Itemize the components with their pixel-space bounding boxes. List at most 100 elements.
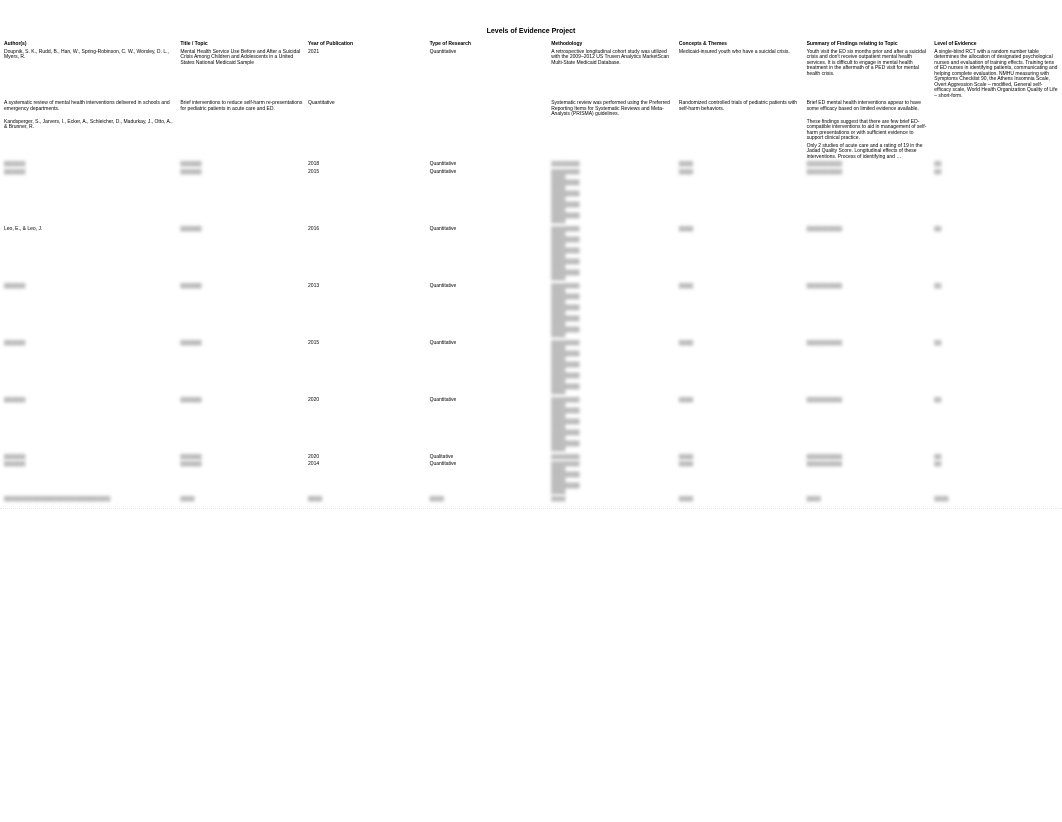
evidence-table-container: Author(s) Title / Topic Year of Publicat…: [0, 41, 1062, 504]
cell-author: Leo, E., & Leo, J.: [2, 226, 178, 283]
cell-title: ██████: [178, 226, 306, 283]
cell-summary: ██████████: [805, 169, 933, 226]
cell-title: ██████: [178, 397, 306, 454]
table-row: ██████ ██████ 2014 Quantitative ████████…: [2, 461, 1060, 496]
cell-year: Quantitative: [306, 100, 428, 119]
cell-title: ██████: [178, 461, 306, 496]
cell-summary: ██████████: [805, 161, 933, 169]
cell-title: [178, 119, 306, 143]
cell-year: 2015: [306, 340, 428, 397]
col-type: Type of Research: [428, 41, 550, 49]
cell-author: ██████: [2, 169, 178, 226]
cell-level: [932, 143, 1060, 162]
table-row: Kandsperger, S., Jarvers, I., Ecker, A.,…: [2, 119, 1060, 143]
cell-concept: ████: [677, 461, 805, 496]
cell-year: 2014: [306, 461, 428, 496]
cell-type: Quantitative: [428, 169, 550, 226]
cell-level: ██: [932, 340, 1060, 397]
cell-concept: ████: [677, 454, 805, 462]
cell-level: [932, 119, 1060, 143]
cell-year: 2020: [306, 454, 428, 462]
cell-title: [178, 143, 306, 162]
col-summary: Summary of Findings relating to Topic: [805, 41, 933, 49]
cell-concept: ████: [677, 161, 805, 169]
cell-summary: Only 2 studies of acute care and a ratin…: [805, 143, 933, 162]
cell-author: ██████: [2, 397, 178, 454]
cell-method: ████████████████████████████████████████…: [549, 397, 677, 454]
cell-year: 2018: [306, 161, 428, 169]
cell-year: 2013: [306, 283, 428, 340]
cell-summary: ██████████: [805, 283, 933, 340]
cell-year: 2015: [306, 169, 428, 226]
cell-method: ████████: [549, 454, 677, 462]
cell-level: ██: [932, 226, 1060, 283]
table-row: ██████ ██████ 2020 Qualitative ████████ …: [2, 454, 1060, 462]
cell-title: ██████: [178, 161, 306, 169]
cell-method: ████████████████████████████████████████…: [549, 283, 677, 340]
cell-type: Quantitative: [428, 340, 550, 397]
cell-level: [932, 100, 1060, 119]
cell-concept: ████: [677, 226, 805, 283]
cell-method: [549, 119, 677, 143]
cell-type: Quantitative: [428, 49, 550, 101]
cell-author: ██████: [2, 161, 178, 169]
cell-author: A systematic review of mental health int…: [2, 100, 178, 119]
cell-summary: Youth visit the ED six months prior and …: [805, 49, 933, 101]
cell-author: ██████: [2, 454, 178, 462]
cell-summary: Brief ED mental health interventions app…: [805, 100, 933, 119]
cell-summary: ██████████: [805, 226, 933, 283]
page-title: Levels of Evidence Project: [0, 0, 1062, 41]
col-method: Methodology: [549, 41, 677, 49]
table-row: Only 2 studies of acute care and a ratin…: [2, 143, 1060, 162]
cell-type: Quantitative: [428, 161, 550, 169]
col-concept: Concepts & Themes: [677, 41, 805, 49]
table-row: ██████████████████████████████ ████ ████…: [2, 496, 1060, 504]
evidence-table: Author(s) Title / Topic Year of Publicat…: [2, 41, 1060, 504]
cell-type: [428, 143, 550, 162]
table-row: ██████ ██████ 2018 Quantitative ████████…: [2, 161, 1060, 169]
cell-title: ██████: [178, 283, 306, 340]
cell-summary: ██████████: [805, 340, 933, 397]
cell-method: ████████████████████████████████████████…: [549, 169, 677, 226]
cell-title: ██████: [178, 454, 306, 462]
table-row: Doupnik, S. K., Rudd, B., Han, W., Sprin…: [2, 49, 1060, 101]
cell-type: [428, 100, 550, 119]
table-row: ██████ ██████ 2020 Quantitative ████████…: [2, 397, 1060, 454]
cell-summary: ██████████: [805, 461, 933, 496]
cell-type: Quantitative: [428, 461, 550, 496]
cell-method: Systematic review was performed using th…: [549, 100, 677, 119]
cell-title: ████: [178, 496, 306, 504]
cell-concept: [677, 119, 805, 143]
cell-concept: ████: [677, 397, 805, 454]
cell-author: ██████: [2, 283, 178, 340]
cell-summary: These findings suggest that there are fe…: [805, 119, 933, 143]
cell-concept: Randomized controlled trials of pediatri…: [677, 100, 805, 119]
cell-level: ██: [932, 461, 1060, 496]
cell-year: 2020: [306, 397, 428, 454]
cell-concept: ████: [677, 169, 805, 226]
cell-method: ████████████████████████████████████████…: [549, 340, 677, 397]
cell-level: ██: [932, 397, 1060, 454]
cell-concept: ████: [677, 340, 805, 397]
cell-level: ████: [932, 496, 1060, 504]
cell-title: Mental Health Service Use Before and Aft…: [178, 49, 306, 101]
cell-type: Quantitative: [428, 397, 550, 454]
cell-title: Brief interventions to reduce self-harm …: [178, 100, 306, 119]
cell-title: ██████: [178, 169, 306, 226]
cell-author: ██████: [2, 340, 178, 397]
cell-year: [306, 143, 428, 162]
cell-type: Qualitative: [428, 454, 550, 462]
cell-type: ████: [428, 496, 550, 504]
cell-method: ████████████████████████████████████: [549, 461, 677, 496]
cell-year: ████: [306, 496, 428, 504]
table-row: ██████ ██████ 2013 Quantitative ████████…: [2, 283, 1060, 340]
cell-level: ██: [932, 283, 1060, 340]
cell-title: ██████: [178, 340, 306, 397]
table-row: Leo, E., & Leo, J. ██████ 2016 Quantitat…: [2, 226, 1060, 283]
cell-summary: ██████████: [805, 454, 933, 462]
cell-method: ████████████████████████████████████████…: [549, 226, 677, 283]
cell-type: [428, 119, 550, 143]
cell-level: ██: [932, 454, 1060, 462]
cell-concept: ████: [677, 496, 805, 504]
cell-year: 2021: [306, 49, 428, 101]
